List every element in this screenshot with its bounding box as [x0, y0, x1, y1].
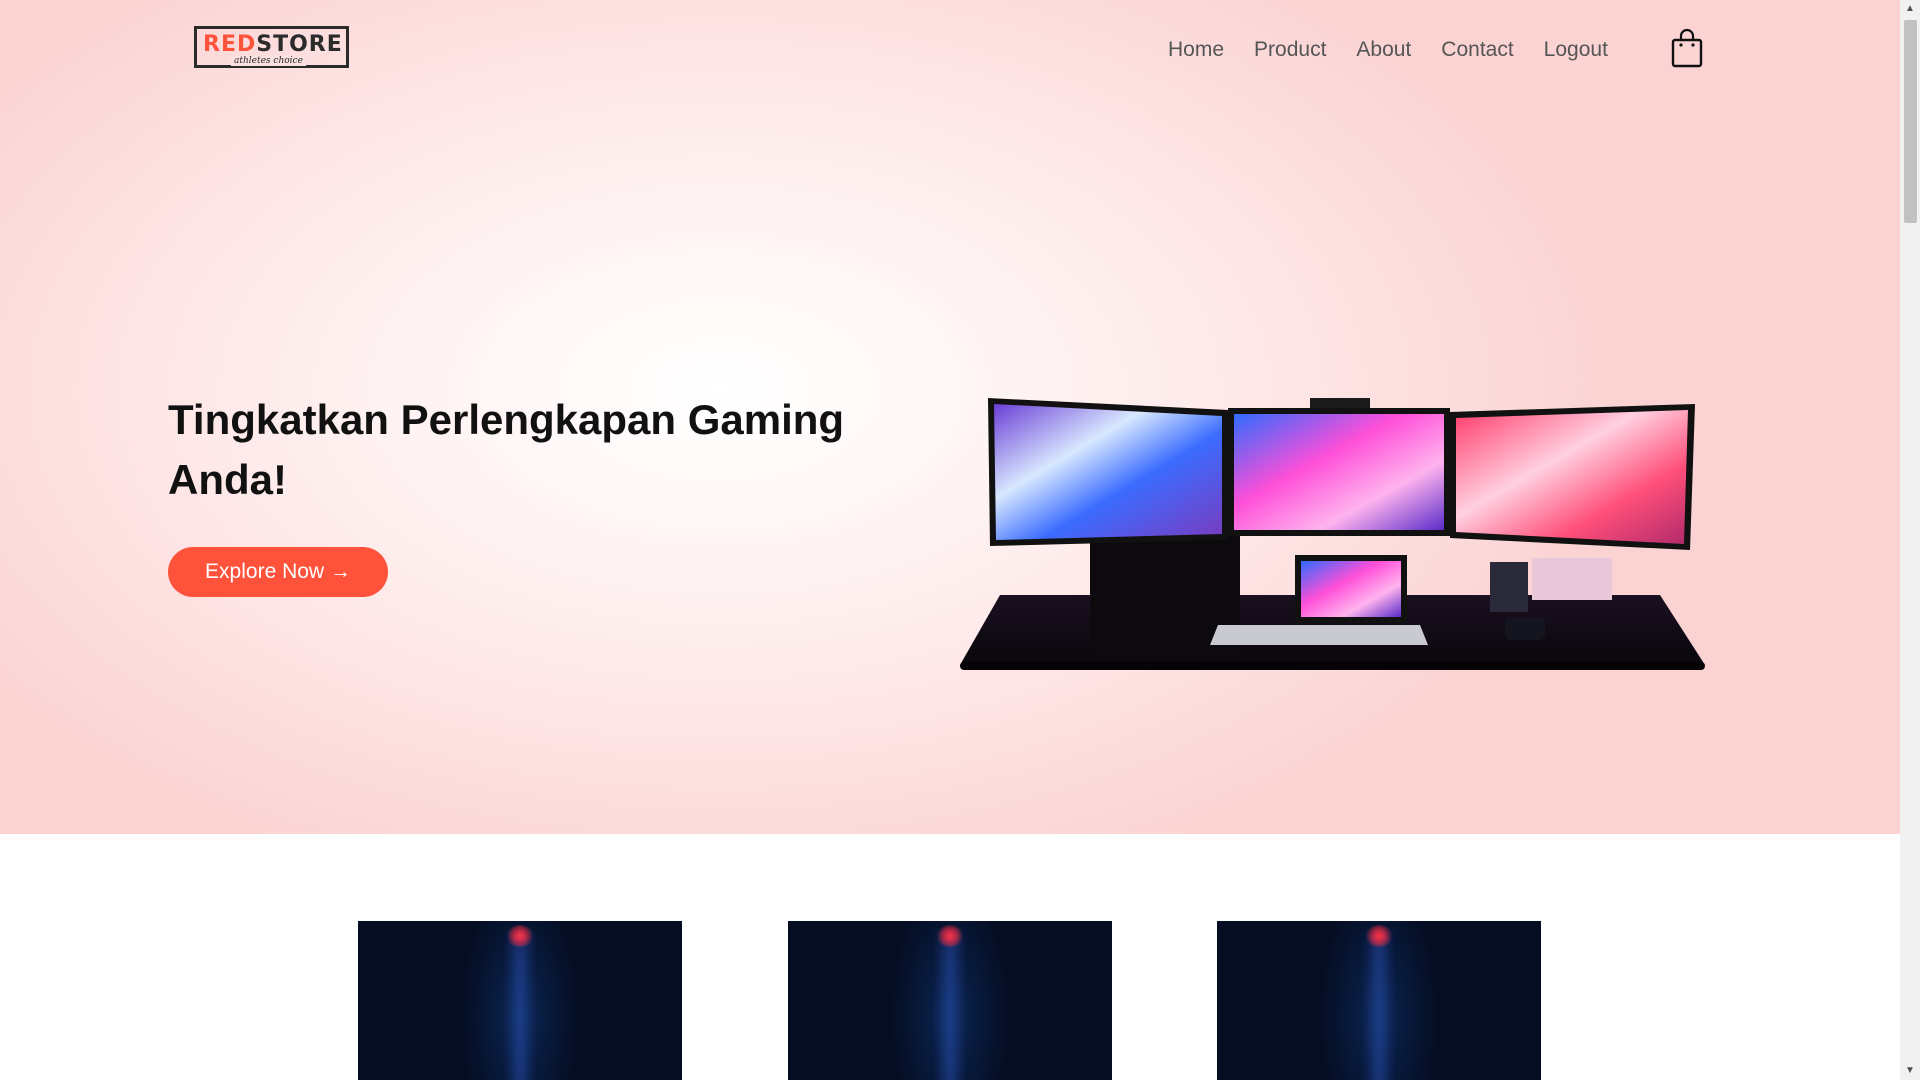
logo-brand-red: RED — [203, 32, 257, 57]
category-image[interactable] — [358, 921, 682, 1080]
nav-about[interactable]: About — [1356, 38, 1411, 62]
main-nav: Home Product About Contact Logout — [1168, 38, 1638, 62]
scroll-thumb[interactable] — [1904, 20, 1917, 223]
gaming-setup-image — [960, 390, 1705, 690]
nav-product[interactable]: Product — [1254, 38, 1326, 62]
logo-brand-store: STORE — [256, 32, 343, 57]
hero-title: Tingkatkan Perlengkapan Gaming Anda! — [168, 396, 845, 503]
logo-tagline: athletes choice — [231, 56, 306, 66]
scroll-up-arrow-icon[interactable]: ▲ — [1900, 0, 1920, 18]
explore-now-button[interactable]: Explore Now → — [168, 547, 388, 597]
category-image[interactable] — [788, 921, 1112, 1080]
shopping-bag-icon[interactable] — [1671, 28, 1703, 68]
nav-home[interactable]: Home — [1168, 38, 1224, 62]
redstore-logo[interactable]: REDSTORE athletes choice — [194, 26, 349, 68]
vertical-scrollbar[interactable]: ▲ ▼ — [1900, 0, 1920, 1080]
categories-section — [0, 834, 1900, 1080]
hero-section: REDSTORE athletes choice Home Product Ab… — [0, 0, 1900, 834]
category-image[interactable] — [1217, 921, 1541, 1080]
scroll-down-arrow-icon[interactable]: ▼ — [1900, 1062, 1920, 1080]
nav-contact[interactable]: Contact — [1441, 38, 1513, 62]
nav-logout[interactable]: Logout — [1544, 38, 1608, 62]
